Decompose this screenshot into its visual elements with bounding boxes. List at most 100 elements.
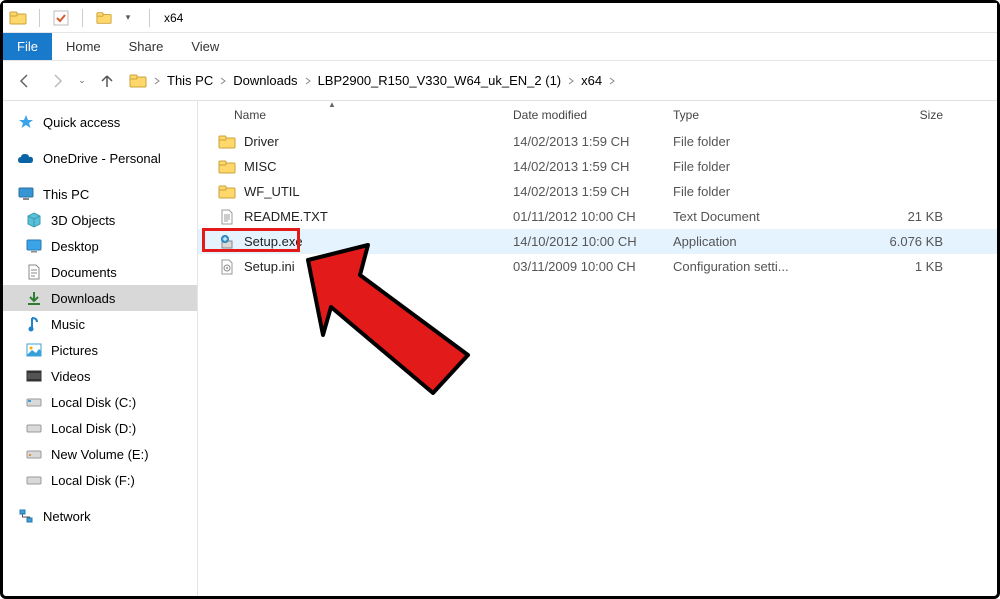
sidebar-quick-access[interactable]: Quick access <box>3 109 197 135</box>
sidebar-item-3d[interactable]: 3D Objects <box>3 207 197 233</box>
breadcrumb-item[interactable]: LBP2900_R150_V330_W64_uk_EN_2 (1) <box>318 73 562 88</box>
chevron-right-icon[interactable] <box>304 77 312 85</box>
forward-button[interactable] <box>43 67 71 95</box>
file-name: MISC <box>244 159 277 174</box>
file-size: 21 KB <box>823 209 953 224</box>
file-type: File folder <box>663 134 823 149</box>
col-name[interactable]: Name <box>198 101 503 129</box>
sidebar-this-pc[interactable]: This PC <box>3 181 197 207</box>
back-button[interactable] <box>11 67 39 95</box>
file-date: 14/10/2012 10:00 CH <box>503 234 663 249</box>
tab-file[interactable]: File <box>3 33 52 60</box>
sidebar-item-disk-e[interactable]: New Volume (E:) <box>3 441 197 467</box>
sidebar-item-label: Local Disk (F:) <box>51 473 135 488</box>
row-file-selected[interactable]: Setup.exe 14/10/2012 10:00 CH Applicatio… <box>198 229 997 254</box>
col-date[interactable]: Date modified <box>503 101 663 129</box>
folder-icon <box>129 72 147 90</box>
sidebar-item-label: Desktop <box>51 239 99 254</box>
sidebar-item-label: Network <box>43 509 91 524</box>
file-name: WF_UTIL <box>244 184 300 199</box>
cloud-icon <box>17 149 35 167</box>
column-headers: Name Date modified Type Size <box>198 101 997 129</box>
sidebar-item-label: Local Disk (D:) <box>51 421 136 436</box>
titlebar: ▾ x64 <box>3 3 997 33</box>
sidebar-item-downloads[interactable]: Downloads <box>3 285 197 311</box>
folder-small-icon[interactable] <box>95 9 113 27</box>
quick-access-toolbar: ▾ <box>9 9 156 27</box>
sidebar-item-label: OneDrive - Personal <box>43 151 161 166</box>
row-folder[interactable]: MISC 14/02/2013 1:59 CH File folder <box>198 154 997 179</box>
navbar: ⌄ This PC Downloads LBP2900_R150_V330_W6… <box>3 61 997 101</box>
file-date: 03/11/2009 10:00 CH <box>503 259 663 274</box>
desktop-icon <box>25 237 43 255</box>
computer-icon <box>17 185 35 203</box>
file-type: Text Document <box>663 209 823 224</box>
tab-view[interactable]: View <box>177 33 233 60</box>
text-file-icon <box>218 208 236 226</box>
row-file[interactable]: Setup.ini 03/11/2009 10:00 CH Configurat… <box>198 254 997 279</box>
properties-icon[interactable] <box>52 9 70 27</box>
disk-icon <box>25 419 43 437</box>
sidebar-item-label: Music <box>51 317 85 332</box>
chevron-right-icon[interactable] <box>608 77 616 85</box>
file-name: README.TXT <box>244 209 328 224</box>
file-size: 1 KB <box>823 259 953 274</box>
music-icon <box>25 315 43 333</box>
file-date: 01/11/2012 10:00 CH <box>503 209 663 224</box>
file-date: 14/02/2013 1:59 CH <box>503 159 663 174</box>
file-date: 14/02/2013 1:59 CH <box>503 184 663 199</box>
sidebar-item-pictures[interactable]: Pictures <box>3 337 197 363</box>
row-file[interactable]: README.TXT 01/11/2012 10:00 CH Text Docu… <box>198 204 997 229</box>
sort-indicator-icon: ▲ <box>328 100 336 109</box>
breadcrumb-item[interactable]: Downloads <box>233 73 297 88</box>
file-type: Configuration setti... <box>663 259 823 274</box>
recent-dropdown-icon[interactable]: ⌄ <box>75 67 89 95</box>
sidebar-onedrive[interactable]: OneDrive - Personal <box>3 145 197 171</box>
chevron-right-icon[interactable] <box>219 77 227 85</box>
file-name: Setup.exe <box>244 234 303 249</box>
breadcrumb-item[interactable]: This PC <box>167 73 213 88</box>
picture-icon <box>25 341 43 359</box>
sidebar-item-label: Videos <box>51 369 91 384</box>
chevron-right-icon[interactable] <box>567 77 575 85</box>
sidebar-item-music[interactable]: Music <box>3 311 197 337</box>
sidebar-item-label: Documents <box>51 265 117 280</box>
qat-dropdown-icon[interactable]: ▾ <box>119 9 137 27</box>
folder-icon <box>218 183 236 201</box>
up-button[interactable] <box>93 67 121 95</box>
breadcrumb-item[interactable]: x64 <box>581 73 602 88</box>
download-icon <box>25 289 43 307</box>
disk-icon <box>25 393 43 411</box>
tab-home[interactable]: Home <box>52 33 115 60</box>
sidebar-item-documents[interactable]: Documents <box>3 259 197 285</box>
sidebar-item-label: Pictures <box>51 343 98 358</box>
sidebar: Quick access OneDrive - Personal This PC… <box>3 101 198 596</box>
disk-icon <box>25 445 43 463</box>
disk-icon <box>25 471 43 489</box>
sidebar-item-desktop[interactable]: Desktop <box>3 233 197 259</box>
sidebar-item-label: This PC <box>43 187 89 202</box>
folder-icon <box>218 158 236 176</box>
sidebar-item-disk-f[interactable]: Local Disk (F:) <box>3 467 197 493</box>
folder-icon <box>218 133 236 151</box>
sidebar-item-videos[interactable]: Videos <box>3 363 197 389</box>
file-type: Application <box>663 234 823 249</box>
file-size: 6.076 KB <box>823 234 953 249</box>
ini-file-icon <box>218 258 236 276</box>
file-date: 14/02/2013 1:59 CH <box>503 134 663 149</box>
row-folder[interactable]: Driver 14/02/2013 1:59 CH File folder <box>198 129 997 154</box>
window-title: x64 <box>164 11 183 25</box>
col-type[interactable]: Type <box>663 101 823 129</box>
explorer-body: Quick access OneDrive - Personal This PC… <box>3 101 997 596</box>
file-type: File folder <box>663 184 823 199</box>
sidebar-item-label: Quick access <box>43 115 120 130</box>
sidebar-item-disk-c[interactable]: Local Disk (C:) <box>3 389 197 415</box>
row-folder[interactable]: WF_UTIL 14/02/2013 1:59 CH File folder <box>198 179 997 204</box>
tab-share[interactable]: Share <box>115 33 178 60</box>
sidebar-item-disk-d[interactable]: Local Disk (D:) <box>3 415 197 441</box>
breadcrumb[interactable]: This PC Downloads LBP2900_R150_V330_W64_… <box>125 67 989 95</box>
sidebar-network[interactable]: Network <box>3 503 197 529</box>
chevron-right-icon[interactable] <box>153 77 161 85</box>
col-size[interactable]: Size <box>823 101 953 129</box>
file-list: ▲ Name Date modified Type Size Driver 14… <box>198 101 997 596</box>
